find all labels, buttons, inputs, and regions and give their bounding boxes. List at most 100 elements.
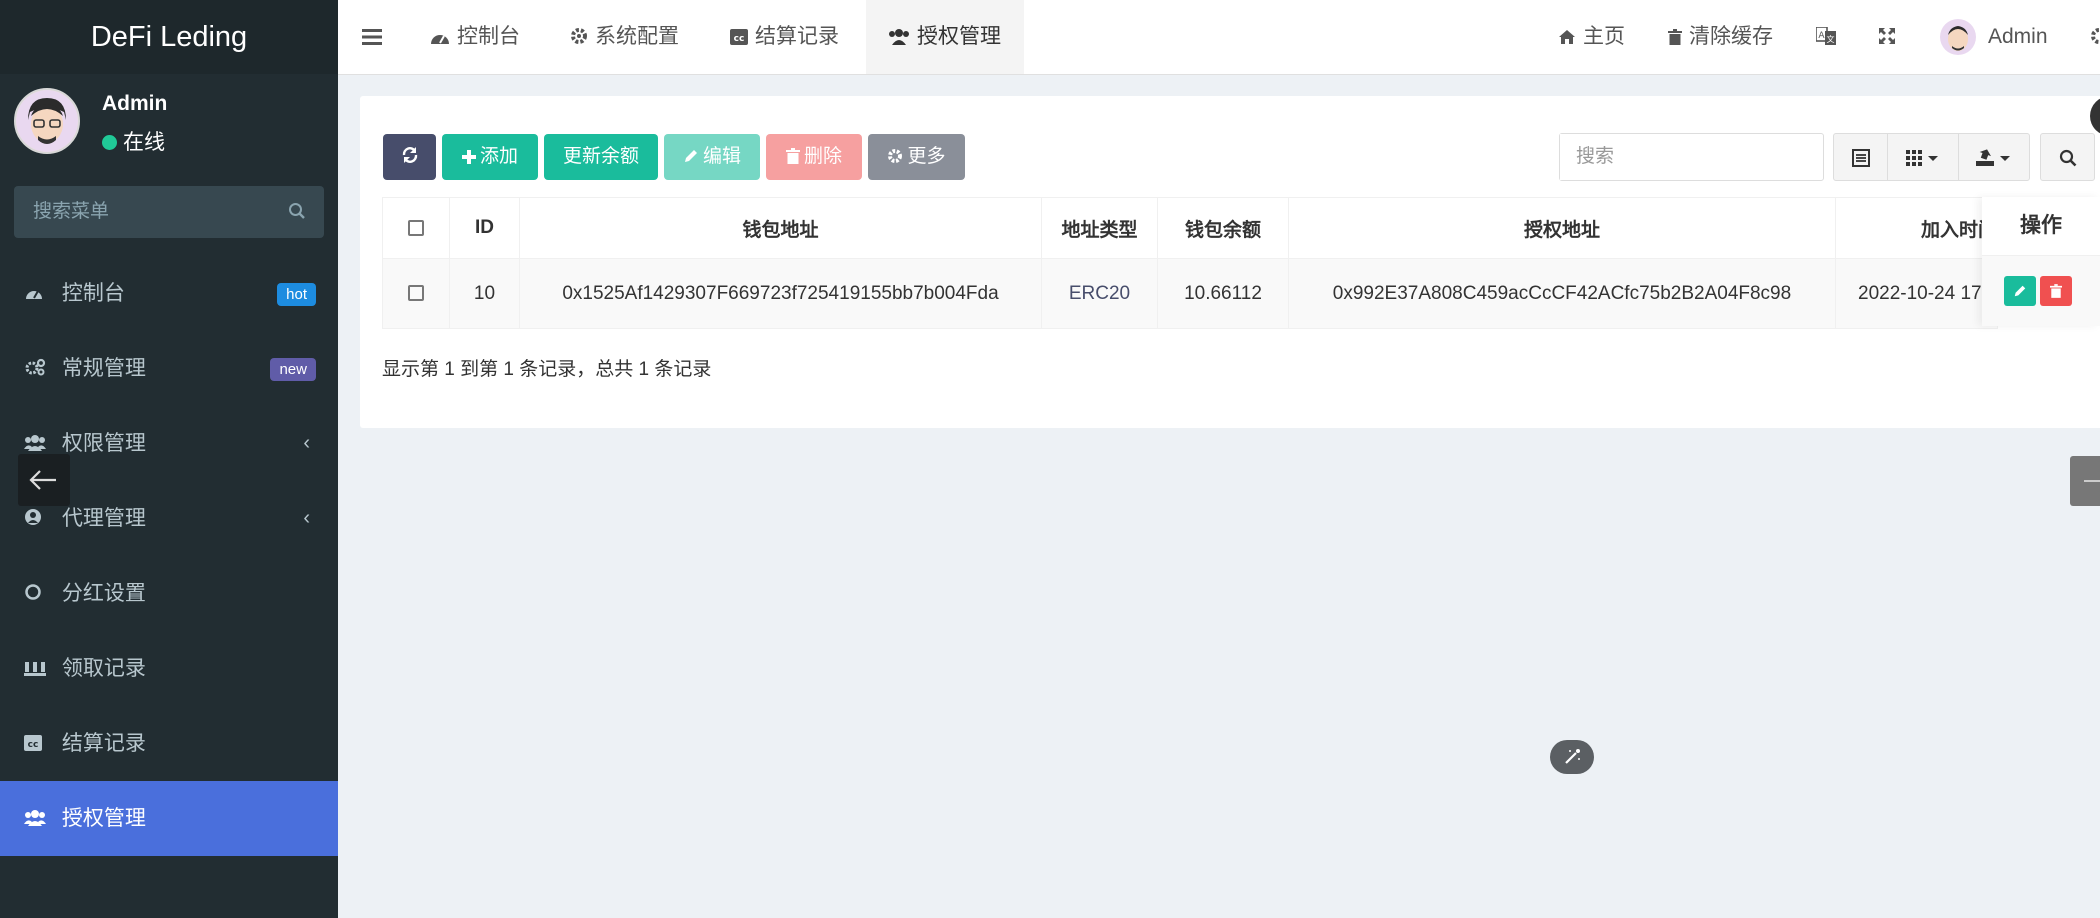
operations-column: 操作 <box>1982 197 2100 326</box>
search-icon[interactable] <box>288 202 306 225</box>
row-wallet-address: 0x1525Af1429307F669723f725419155bb7b004F… <box>519 258 1042 329</box>
brand-logo[interactable]: DeFi Leding <box>0 0 338 74</box>
sidebar-item-label: 领取记录 <box>61 657 146 680</box>
clear-cache-button[interactable]: 清除缓存 <box>1668 0 1773 74</box>
col-auth-address[interactable]: 授权地址 <box>1288 197 1836 259</box>
search-button[interactable] <box>2040 133 2095 181</box>
pencil-icon <box>2014 285 2026 297</box>
row-checkbox[interactable] <box>408 285 424 302</box>
sidebar-item-label: 分红设置 <box>61 582 146 605</box>
refresh-button[interactable] <box>383 134 436 180</box>
delete-button[interactable]: 删除 <box>766 134 862 180</box>
home-icon <box>1559 30 1575 44</box>
list-view-icon <box>1851 148 1870 167</box>
magic-wand-icon <box>1565 749 1580 764</box>
hot-badge: hot <box>277 283 316 306</box>
col-wallet-address[interactable]: 钱包地址 <box>519 197 1042 259</box>
home-link[interactable]: 主页 <box>1558 0 1625 74</box>
row-join-time: 2022-10-24 17: <box>1835 258 1998 329</box>
svg-text:文: 文 <box>1827 34 1835 44</box>
col-id[interactable]: ID <box>449 197 520 259</box>
users-icon <box>889 29 909 45</box>
table-row[interactable]: 10 0x1525Af1429307F669723f725419155bb7b0… <box>382 258 1998 329</box>
svg-text:cc: cc <box>28 740 39 750</box>
dashboard-icon <box>24 257 48 332</box>
magic-wand-button[interactable] <box>1550 740 1594 774</box>
sidebar-item-label: 结算记录 <box>61 732 146 755</box>
chess-icon <box>24 632 48 707</box>
row-id: 10 <box>449 258 520 329</box>
user-panel: Admin 在线 <box>14 88 324 156</box>
add-button[interactable]: 添加 <box>442 134 538 180</box>
sidebar-toggle-button[interactable] <box>362 0 389 74</box>
search-icon <box>2059 149 2076 167</box>
users-icon <box>24 782 48 857</box>
col-wallet-balance[interactable]: 钱包余额 <box>1157 197 1289 259</box>
row-delete-button[interactable] <box>2040 276 2072 306</box>
chevron-left-icon: ‹ <box>303 507 310 529</box>
select-all-checkbox[interactable] <box>408 219 424 236</box>
delete-label: 删除 <box>803 146 842 167</box>
svg-text:cc: cc <box>734 34 745 44</box>
sidebar-search-input[interactable] <box>14 186 285 238</box>
edit-button[interactable]: 编辑 <box>664 134 760 180</box>
sidebar-item-dashboard[interactable]: 控制台 hot <box>0 256 338 331</box>
row-edit-button[interactable] <box>2004 276 2036 306</box>
update-balance-button[interactable]: 更新余额 <box>544 134 658 180</box>
tab-authorization[interactable]: 授权管理 <box>866 0 1024 74</box>
tab-label: 结算记录 <box>755 25 839 48</box>
toggle-view-button[interactable] <box>1833 133 1888 181</box>
more-label: 更多 <box>907 146 946 167</box>
col-address-type[interactable]: 地址类型 <box>1041 197 1158 259</box>
export-dropdown-button[interactable] <box>1958 133 2030 181</box>
gear-icon <box>571 28 587 44</box>
tab-system-config[interactable]: 系统配置 <box>570 0 679 74</box>
user-name: Admin <box>102 92 168 115</box>
chevron-left-icon: ‹ <box>303 432 310 454</box>
plus-icon <box>461 150 476 164</box>
row-select-cell <box>382 258 450 329</box>
translate-icon: A文 <box>1815 26 1836 45</box>
arrow-left-icon <box>29 470 56 490</box>
side-panel-toggle[interactable] <box>2070 456 2100 506</box>
top-navbar: 控制台 系统配置 cc 结算记录 授权管理 主页 清除缓存 A文 Admin <box>338 0 2100 75</box>
fullscreen-button[interactable] <box>1878 0 1903 74</box>
user-status: 在线 <box>102 126 165 156</box>
sidebar-search <box>14 186 324 238</box>
user-menu[interactable]: Admin <box>1940 0 2048 74</box>
sidebar-menu: 控制台 hot 常规管理 new 权限管理 ‹ 代理管理 ‹ 分红设置 领取记录… <box>0 256 338 856</box>
sidebar-item-authorization[interactable]: 授权管理 <box>0 781 338 856</box>
col-join-time[interactable]: 加入时间 <box>1835 197 1998 259</box>
columns-dropdown-button[interactable] <box>1887 133 1959 181</box>
sidebar-item-dividend[interactable]: 分红设置 <box>0 556 338 631</box>
user-name: Admin <box>1988 25 2048 48</box>
sidebar-item-general[interactable]: 常规管理 new <box>0 331 338 406</box>
tab-settlement[interactable]: cc 结算记录 <box>730 0 839 74</box>
avatar <box>1940 19 1976 56</box>
table-search-input[interactable] <box>1560 134 1818 180</box>
svg-text:A: A <box>1818 31 1825 41</box>
cc-icon: cc <box>24 707 48 782</box>
sidebar-item-settlement[interactable]: cc 结算记录 <box>0 706 338 781</box>
row-address-type[interactable]: ERC20 <box>1041 258 1158 329</box>
tab-label: 控制台 <box>457 25 520 48</box>
avatar <box>14 88 80 154</box>
status-label: 在线 <box>123 131 165 154</box>
sidebar-item-label: 授权管理 <box>61 807 146 830</box>
clear-cache-label: 清除缓存 <box>1689 25 1773 48</box>
dashboard-icon <box>431 35 449 44</box>
settings-gear-button[interactable] <box>2090 0 2100 74</box>
online-dot-icon <box>102 135 117 150</box>
export-icon <box>1976 149 2010 166</box>
edit-label: 编辑 <box>702 146 741 167</box>
more-button[interactable]: 更多 <box>868 134 965 180</box>
sidebar-item-claims[interactable]: 领取记录 <box>0 631 338 706</box>
gear-icon <box>2091 28 2100 44</box>
hamburger-icon <box>362 29 382 45</box>
translate-button[interactable]: A文 <box>1815 0 1843 74</box>
tab-dashboard[interactable]: 控制台 <box>430 0 520 74</box>
table-header-row: ID 钱包地址 地址类型 钱包余额 授权地址 加入时间 <box>382 197 1998 259</box>
trash-icon <box>1668 29 1682 45</box>
back-float-button[interactable] <box>18 454 70 506</box>
col-operations: 操作 <box>1982 197 2100 256</box>
